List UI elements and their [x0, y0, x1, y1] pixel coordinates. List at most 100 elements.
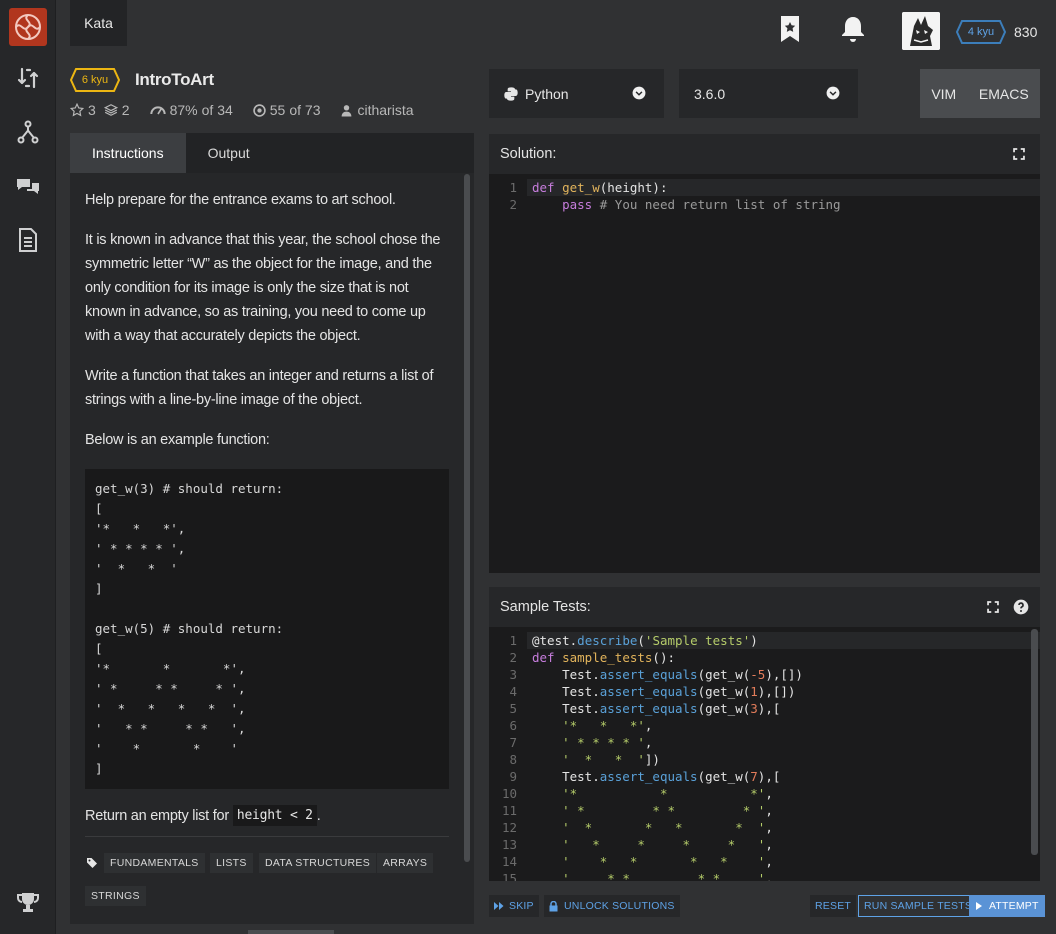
attempt-label: ATTEMPT [989, 900, 1039, 912]
instruction-paragraph: Help prepare for the entrance exams to a… [85, 192, 396, 208]
left-sidebar [0, 0, 56, 934]
line-number: 2 [509, 197, 517, 212]
collections-icon[interactable] [103, 103, 118, 117]
tab-instructions[interactable]: Instructions [70, 133, 186, 173]
line-number: 9 [509, 769, 517, 784]
fork-nav-icon[interactable] [12, 116, 44, 148]
line-number: 13 [501, 837, 517, 852]
kata-rank-badge: 6 kyu [69, 68, 121, 97]
instruction-paragraph: It is known in advance that this year, t… [85, 232, 441, 344]
tag-strings[interactable]: STRINGS [85, 886, 146, 906]
star-icon[interactable] [70, 103, 84, 117]
user-rank-badge[interactable]: 4 kyu [955, 20, 1007, 49]
vim-mode-button[interactable]: VIM [931, 86, 956, 102]
collections-count: 2 [121, 102, 130, 118]
chat-nav-icon[interactable] [12, 170, 44, 202]
chevron-down-icon [826, 86, 840, 100]
line-number: 10 [501, 786, 517, 801]
tests-code: @test.describe('Sample tests') def sample… [532, 633, 803, 881]
bottom-scroll-indicator [248, 930, 334, 934]
codewars-logo[interactable] [9, 8, 47, 46]
return-note-end: . [316, 807, 321, 824]
author-icon [342, 104, 352, 116]
honor-score: 830 [1014, 24, 1038, 40]
line-number: 15 [501, 871, 517, 881]
tab-output[interactable]: Output [186, 133, 272, 173]
fullscreen-icon[interactable] [986, 600, 1000, 614]
solution-gutter: 1 2 [489, 179, 517, 213]
trophy-nav-icon[interactable] [12, 886, 44, 918]
document-nav-icon[interactable] [12, 224, 44, 256]
line-number: 14 [501, 854, 517, 869]
kata-tab[interactable]: Kata [70, 0, 127, 46]
solution-editor[interactable]: 1 2 def get_w(height): pass # You need r… [489, 174, 1040, 573]
line-number: 11 [501, 803, 517, 818]
line-number: 5 [509, 701, 517, 716]
user-rank-label: 4 kyu [967, 26, 995, 38]
satisfaction-icon [149, 106, 166, 115]
run-label: RUN SAMPLE TESTS [864, 900, 973, 912]
tests-gutter: 1 2 3 4 5 6 7 8 9 10 11 12 13 14 15 [489, 632, 517, 881]
run-sample-tests-button[interactable]: RUN SAMPLE TESTS [858, 895, 979, 917]
user-avatar[interactable] [902, 12, 940, 50]
satisfaction-votes: of 34 [201, 102, 233, 118]
practice-nav-icon[interactable] [12, 62, 44, 94]
logo-icon [15, 14, 41, 40]
play-icon [976, 902, 982, 910]
author-name[interactable]: citharista [357, 102, 413, 118]
instructions-tabbar: Instructions Output [70, 133, 474, 173]
instruction-paragraph: Write a function that takes an integer a… [85, 368, 434, 408]
line-number: 2 [509, 650, 517, 665]
line-number: 8 [509, 752, 517, 767]
tag-arrays[interactable]: ARRAYS [377, 853, 434, 873]
return-note-code: height < 2 [232, 805, 317, 826]
kata-stats: 3 2 87% of 34 55 of 73 citharista [70, 102, 414, 118]
line-number: 6 [509, 718, 517, 733]
emacs-mode-button[interactable]: EMACS [979, 86, 1029, 102]
chevron-down-icon [632, 86, 646, 100]
bookmark-icon[interactable] [778, 14, 802, 44]
tag-data-structures[interactable]: DATA STRUCTURES [259, 853, 377, 873]
tag-icon [87, 858, 97, 868]
attempt-button[interactable]: ATTEMPT [969, 895, 1045, 917]
satisfaction-percent: 87% [169, 102, 198, 118]
editor-mode-toggle: VIM EMACS [920, 69, 1040, 118]
sample-tests-editor[interactable]: 1 2 3 4 5 6 7 8 9 10 11 12 13 14 15 @tes… [489, 627, 1040, 881]
tag-fundamentals[interactable]: FUNDAMENTALS [104, 853, 205, 873]
language-select[interactable]: Python [489, 69, 664, 118]
skip-button[interactable]: SKIP [489, 895, 539, 917]
example-code-block: get_w(3) # should return: [ '* * *', ' *… [85, 469, 449, 789]
version-name: 3.6.0 [694, 85, 726, 102]
unlock-label: UNLOCK SOLUTIONS [564, 900, 675, 912]
divider [85, 836, 449, 837]
instructions-text: Help prepare for the entrance exams to a… [85, 188, 449, 468]
skip-label: SKIP [509, 900, 534, 912]
completed-total: of 73 [289, 102, 321, 118]
line-number: 7 [509, 735, 517, 750]
unlock-solutions-button[interactable]: UNLOCK SOLUTIONS [544, 895, 680, 917]
line-number: 1 [509, 633, 517, 648]
line-number: 1 [509, 180, 517, 195]
return-note-text: Return an empty list for [85, 807, 229, 824]
stars-count: 3 [88, 102, 96, 118]
line-number: 3 [509, 667, 517, 682]
instruction-paragraph: Below is an example function: [85, 432, 270, 448]
line-number: 4 [509, 684, 517, 699]
tag-lists[interactable]: LISTS [210, 853, 253, 873]
notification-bell-icon[interactable] [841, 14, 865, 44]
instructions-scrollbar[interactable] [464, 174, 470, 862]
help-icon[interactable] [1013, 599, 1029, 615]
version-select[interactable]: 3.6.0 [679, 69, 858, 118]
fast-forward-icon [494, 902, 504, 910]
reset-button[interactable]: RESET [810, 895, 857, 917]
kata-rank-label: 6 kyu [81, 74, 109, 86]
language-name: Python [525, 85, 569, 102]
completed-icon [253, 103, 266, 117]
sample-tests-header: Sample Tests: [489, 587, 1040, 627]
tests-scrollbar[interactable] [1031, 629, 1038, 855]
solution-header: Solution: [489, 134, 1040, 174]
return-note: Return an empty list for height < 2 . [85, 805, 321, 826]
python-icon [504, 86, 518, 101]
fullscreen-icon[interactable] [1012, 147, 1026, 161]
solution-code: def get_w(height): pass # You need retur… [532, 180, 841, 212]
